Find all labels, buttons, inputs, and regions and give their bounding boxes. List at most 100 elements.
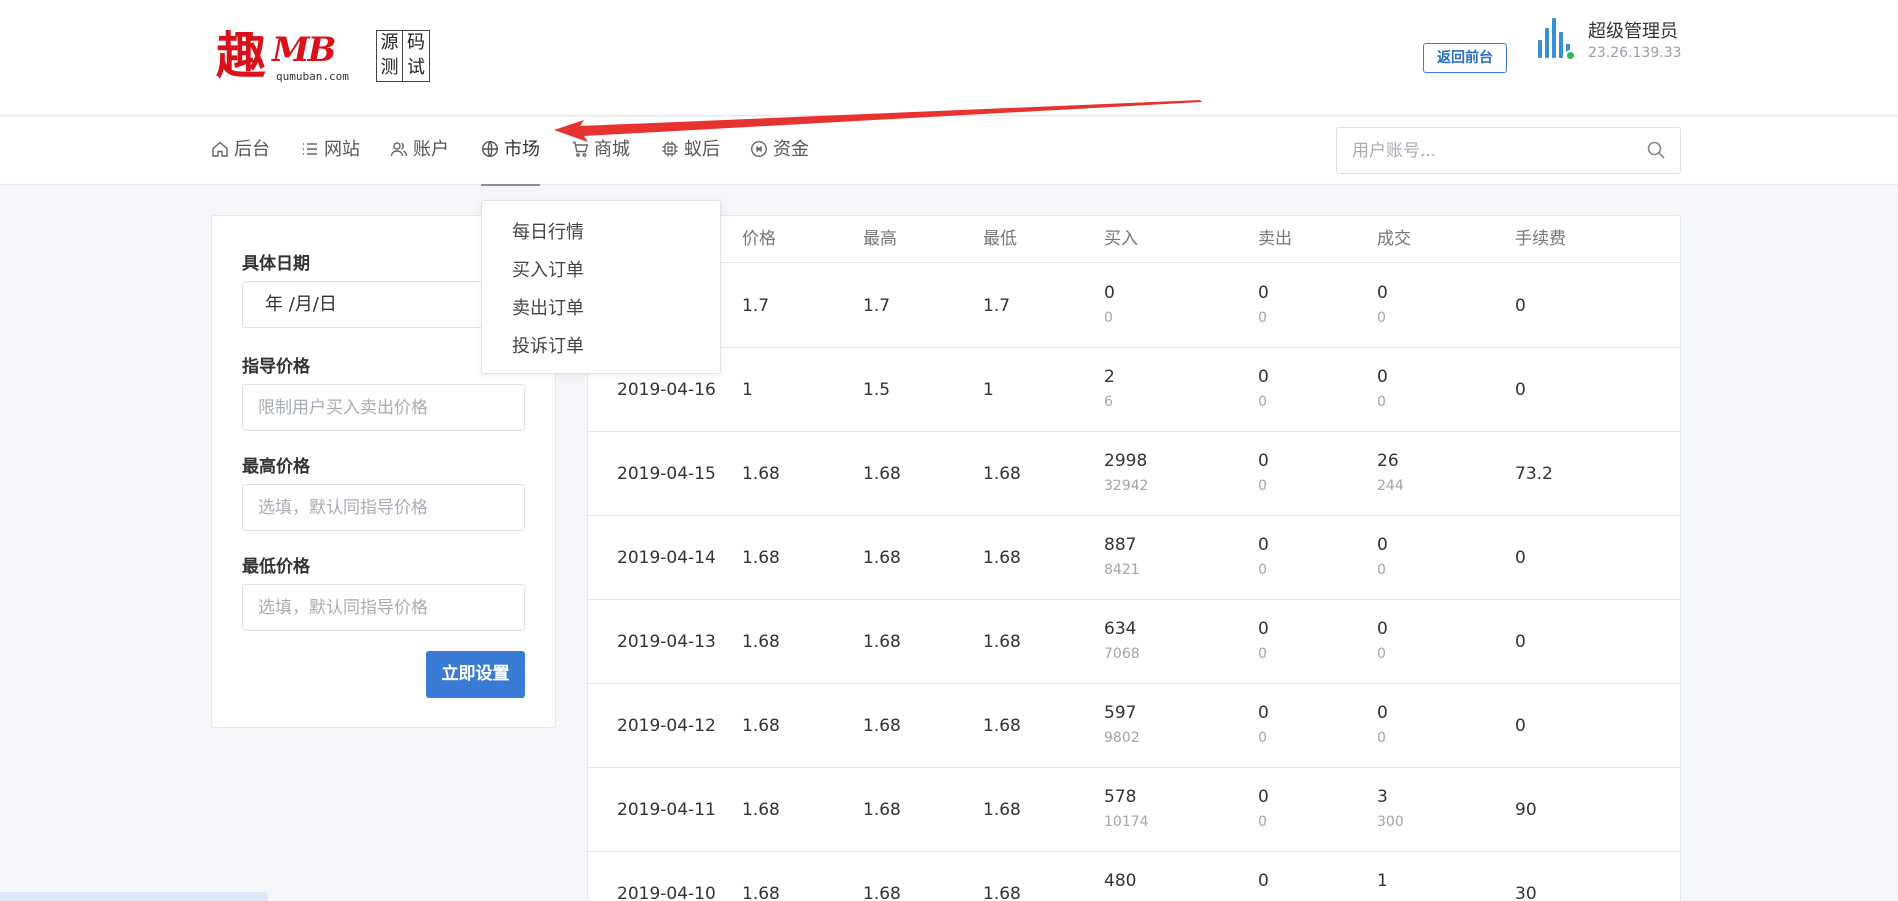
cell-fee: 0	[1515, 716, 1526, 736]
avatar-bar	[1552, 18, 1556, 58]
cell-deal-amount: 0	[1377, 730, 1386, 746]
cell-price: 1.68	[742, 716, 780, 736]
cell-sell-amount: 0	[1258, 394, 1267, 410]
nav-item-website[interactable]: 网站	[301, 117, 360, 185]
min-price-input[interactable]	[243, 585, 524, 630]
cell-deal: 1	[1377, 870, 1388, 897]
nav-item-mall[interactable]: 商城	[571, 117, 630, 185]
cell-low: 1.68	[983, 884, 1021, 901]
nav-label: 蚁后	[684, 139, 720, 160]
bottom-scroll-strip	[0, 892, 268, 901]
cell-buy-amount: 6	[1104, 394, 1113, 410]
cell-deal-count: 1	[1377, 871, 1388, 891]
logo-mark: 趣	[216, 26, 266, 85]
cell-sell-count: 0	[1258, 535, 1269, 555]
cell-fee: 73.2	[1515, 464, 1553, 484]
cell-fee: 90	[1515, 800, 1537, 820]
cell-low: 1.68	[983, 548, 1021, 568]
cell-date: 2019-04-12	[617, 716, 716, 736]
cell-sell: 00	[1258, 366, 1269, 411]
cell-buy-amount: 8421	[1104, 562, 1140, 578]
cell-price: 1.68	[742, 800, 780, 820]
table-row: 2019-04-12 1.68 1.68 1.68 597 9802 0 0 0 0 0	[588, 684, 1680, 768]
table-header: 价格 最高 最低 买入 卖出 成交 手续费	[588, 216, 1680, 263]
cell-deal: 26 244	[1377, 450, 1404, 495]
cell-date: 2019-04-11	[617, 800, 716, 820]
logo-stamp: 源 码 测 试	[376, 30, 430, 82]
stamp-char: 试	[407, 57, 425, 78]
nav-item-funds[interactable]: 资金	[750, 117, 809, 185]
column-header-price: 价格	[742, 229, 776, 249]
cell-deal-count: 0	[1377, 619, 1388, 639]
column-header-sell: 卖出	[1258, 229, 1292, 249]
cell-sell: 00	[1258, 618, 1269, 663]
cell-price: 1	[742, 380, 753, 400]
cell-sell-amount: 0	[1258, 310, 1267, 326]
nav-label: 网站	[324, 139, 360, 160]
cell-deal-count: 0	[1377, 367, 1388, 387]
cell-sell: 00	[1258, 282, 1269, 327]
user-search-input[interactable]	[1337, 128, 1627, 173]
search-icon[interactable]	[1646, 140, 1666, 160]
cell-sell-amount: 0	[1258, 562, 1267, 578]
nav-item-queen[interactable]: 蚁后	[661, 117, 720, 185]
cell-sell-amount: 0	[1258, 814, 1267, 830]
avatar-bar	[1538, 40, 1542, 58]
column-header-high: 最高	[863, 229, 897, 249]
cell-deal: 00	[1377, 282, 1388, 327]
cell-sell-count: 0	[1258, 787, 1269, 807]
cell-buy-amount: 9802	[1104, 730, 1140, 746]
set-now-button[interactable]: 立即设置	[426, 651, 525, 698]
home-icon	[212, 141, 228, 157]
cell-buy: 887 8421	[1104, 534, 1140, 579]
table-row: 2019-04-10 1.68 1.68 1.68 480 0 1 30	[588, 852, 1680, 901]
cell-low: 1.68	[983, 464, 1021, 484]
cell-buy: 00	[1104, 282, 1115, 327]
max-price-input[interactable]	[243, 485, 524, 530]
admin-name[interactable]: 超级管理员	[1588, 17, 1678, 43]
guide-price-input[interactable]	[243, 385, 524, 430]
max-price-label: 最高价格	[242, 457, 310, 477]
cell-deal-count: 26	[1377, 451, 1399, 471]
users-icon	[390, 142, 408, 157]
table-row: 2019-04-13 1.68 1.68 1.68 634 7068 0 0 0 0 0	[588, 600, 1680, 684]
cell-deal-amount: 0	[1377, 562, 1386, 578]
cell-high: 1.68	[863, 716, 901, 736]
admin-ip: 23.26.139.33	[1588, 45, 1682, 61]
top-header: 趣 MB qumuban.com 源 码 测 试 返回前台 超级管理员 23.2…	[0, 0, 1898, 116]
menu-item-sell-orders[interactable]: 卖出订单	[512, 294, 584, 320]
nav-item-account[interactable]: 账户	[390, 117, 449, 185]
market-dropdown-menu: 每日行情 买入订单 卖出订单 投诉订单	[481, 200, 721, 374]
stamp-char: 测	[377, 56, 403, 81]
cell-low: 1.7	[983, 296, 1011, 316]
logo-domain: qumuban.com	[276, 70, 349, 83]
nav-label: 资金	[773, 139, 809, 160]
user-search-box	[1336, 127, 1681, 174]
cell-sell-count: 0	[1258, 367, 1269, 387]
cell-sell: 00	[1258, 702, 1269, 747]
online-status-dot	[1565, 50, 1576, 61]
cell-deal-count: 0	[1377, 703, 1388, 723]
daily-market-table: 价格 最高 最低 买入 卖出 成交 手续费 1.7 1.7 1.7 0 0 0 0 0 0 0 20…	[587, 215, 1681, 901]
site-logo[interactable]: 趣 MB qumuban.com 源 码 测 试	[216, 28, 430, 85]
cell-buy-amount: 10174	[1104, 814, 1149, 830]
cell-deal-amount: 0	[1377, 646, 1386, 662]
cell-deal-count: 0	[1377, 535, 1388, 555]
cell-deal-count: 3	[1377, 787, 1388, 807]
table-row: 2019-04-16 1 1.5 1 2 6 0 0 0 0 0	[588, 348, 1680, 432]
cell-sell: 00	[1258, 534, 1269, 579]
menu-item-buy-orders[interactable]: 买入订单	[512, 256, 584, 282]
admin-avatar[interactable]	[1536, 18, 1580, 64]
menu-item-daily-quotes[interactable]: 每日行情	[512, 218, 584, 244]
cell-fee: 0	[1515, 632, 1526, 652]
nav-item-market[interactable]: 市场	[481, 117, 540, 186]
cell-buy: 597 9802	[1104, 702, 1140, 747]
cell-price: 1.7	[742, 296, 770, 316]
cell-buy-count: 2998	[1104, 451, 1148, 471]
back-to-frontend-button[interactable]: 返回前台	[1423, 43, 1507, 73]
avatar-bar	[1559, 32, 1563, 58]
nav-item-backend[interactable]: 后台	[211, 117, 270, 185]
cell-buy-amount: 0	[1104, 310, 1113, 326]
chip-icon	[662, 141, 678, 157]
menu-item-complaint-orders[interactable]: 投诉订单	[512, 332, 584, 358]
